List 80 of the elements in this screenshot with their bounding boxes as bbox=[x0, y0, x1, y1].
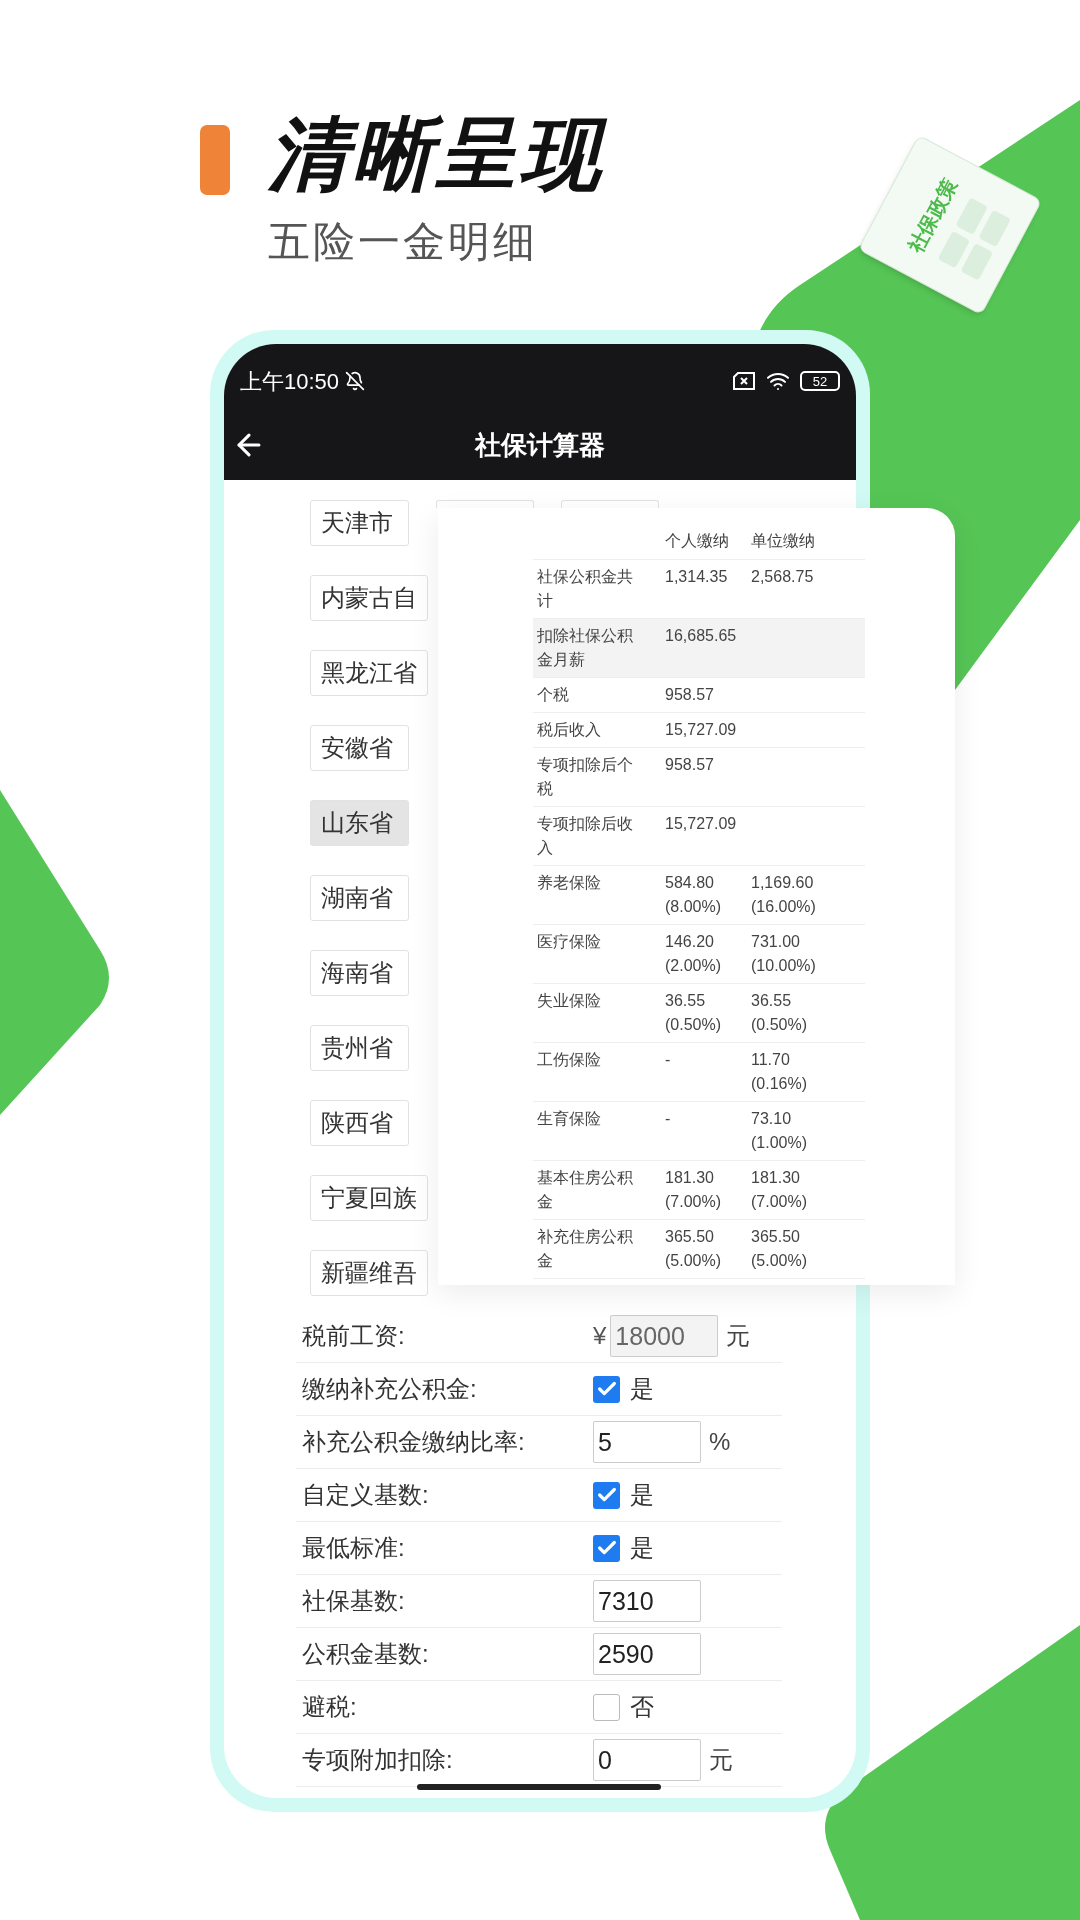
form-label: 社保基数: bbox=[302, 1586, 405, 1616]
province-item[interactable]: 内蒙古自 bbox=[310, 575, 428, 621]
personal-cell: 181.30 (7.00%) bbox=[665, 1169, 722, 1210]
form-label: 补充公积金缴纳比率: bbox=[302, 1427, 525, 1457]
unit-label: 元 bbox=[726, 1321, 751, 1351]
personal-cell: 584.80 (8.00%) bbox=[665, 874, 722, 915]
personal-cell: 958.57 bbox=[665, 686, 714, 703]
headline-subtitle: 五险一金明细 bbox=[268, 217, 539, 267]
checkbox-label: 是 bbox=[630, 1480, 654, 1510]
row-label: 专项扣除后个税 bbox=[537, 756, 633, 797]
company-cell: 11.70 (0.16%) bbox=[751, 1051, 808, 1092]
company-cell: 365.50 (5.00%) bbox=[751, 1228, 808, 1269]
checkbox[interactable] bbox=[593, 1375, 620, 1403]
company-cell: 2,568.75 bbox=[751, 568, 814, 585]
province-item[interactable]: 安徽省 bbox=[310, 725, 409, 771]
row-label: 医疗保险 bbox=[537, 933, 601, 950]
province-item[interactable]: 新疆维吾 bbox=[310, 1250, 428, 1296]
row-label: 税后收入 bbox=[537, 721, 601, 738]
row-label: 补充住房公积金 bbox=[537, 1228, 633, 1269]
form-label: 避税: bbox=[302, 1692, 357, 1722]
row-label: 养老保险 bbox=[537, 874, 601, 891]
app-bar-title: 社保计算器 bbox=[475, 428, 605, 462]
badge-text: 社保政策 bbox=[902, 174, 962, 258]
number-field[interactable]: 0 bbox=[593, 1739, 701, 1781]
form-label: 缴纳补充公积金: bbox=[302, 1374, 477, 1404]
checkbox[interactable] bbox=[593, 1534, 620, 1562]
currency-sign: ¥ bbox=[593, 1321, 607, 1351]
form-label: 公积金基数: bbox=[302, 1639, 429, 1669]
personal-cell: 146.20 (2.00%) bbox=[665, 933, 722, 974]
checkbox-label: 是 bbox=[630, 1374, 654, 1404]
company-cell: 73.10 (1.00%) bbox=[751, 1110, 808, 1151]
company-cell: 731.00 (10.00%) bbox=[751, 933, 816, 974]
company-cell: 181.30 (7.00%) bbox=[751, 1169, 808, 1210]
number-field[interactable]: 7310 bbox=[593, 1580, 701, 1622]
unit-label: % bbox=[709, 1427, 731, 1457]
checkbox[interactable] bbox=[593, 1481, 620, 1509]
province-item[interactable]: 海南省 bbox=[310, 950, 409, 996]
checkbox[interactable] bbox=[593, 1693, 620, 1721]
form-label: 税前工资: bbox=[302, 1321, 405, 1351]
row-label: 专项扣除后收入 bbox=[537, 815, 633, 856]
unit-label: 元 bbox=[709, 1745, 733, 1775]
row-label: 失业保险 bbox=[537, 992, 601, 1009]
province-item[interactable]: 湖南省 bbox=[310, 875, 409, 921]
checkbox-label: 是 bbox=[630, 1533, 654, 1563]
personal-cell: 15,727.09 bbox=[665, 721, 737, 738]
personal-cell: 36.55 (0.50%) bbox=[665, 992, 722, 1033]
personal-cell: - bbox=[665, 1051, 671, 1068]
row-label: 个税 bbox=[537, 686, 569, 703]
number-field[interactable]: 5 bbox=[593, 1421, 701, 1463]
province-item[interactable]: 宁夏回族 bbox=[310, 1175, 428, 1221]
province-item[interactable]: 山东省 bbox=[310, 800, 409, 846]
accent-bar bbox=[200, 125, 230, 195]
checkbox-label: 否 bbox=[630, 1692, 654, 1722]
personal-cell: 365.50 (5.00%) bbox=[665, 1228, 722, 1269]
row-label: 社保公积金共计 bbox=[537, 568, 633, 609]
company-cell: 1,169.60 (16.00%) bbox=[751, 874, 816, 915]
province-item[interactable]: 黑龙江省 bbox=[310, 650, 428, 696]
personal-cell: 1,314.35 bbox=[665, 568, 728, 585]
province-item[interactable]: 陕西省 bbox=[310, 1100, 409, 1146]
status-time: 上午10:50 bbox=[240, 367, 340, 396]
personal-cell: - bbox=[665, 1110, 671, 1127]
form-label: 自定义基数: bbox=[302, 1480, 429, 1510]
form-label: 专项附加扣除: bbox=[302, 1745, 453, 1775]
company-cell: 36.55 (0.50%) bbox=[751, 992, 808, 1033]
province-item[interactable]: 天津市 bbox=[310, 500, 409, 546]
row-label: 基本住房公积金 bbox=[537, 1169, 633, 1210]
row-label: 生育保险 bbox=[537, 1110, 601, 1127]
column-header: 单位缴纳 bbox=[750, 530, 815, 551]
personal-cell: 958.57 bbox=[665, 756, 714, 773]
row-label: 扣除社保公积金月薪 bbox=[537, 627, 633, 668]
sim-off-icon bbox=[732, 372, 756, 390]
row-label: 工伤保险 bbox=[537, 1051, 601, 1068]
province-item[interactable]: 贵州省 bbox=[310, 1025, 409, 1071]
personal-cell: 15,727.09 bbox=[665, 815, 737, 832]
personal-cell: 16,685.65 bbox=[665, 627, 737, 644]
number-field[interactable]: 2590 bbox=[593, 1633, 701, 1675]
mute-icon bbox=[345, 371, 366, 391]
battery-indicator: 52 bbox=[800, 371, 840, 391]
form-label: 最低标准: bbox=[302, 1533, 405, 1563]
column-header: 个人缴纳 bbox=[664, 530, 730, 551]
